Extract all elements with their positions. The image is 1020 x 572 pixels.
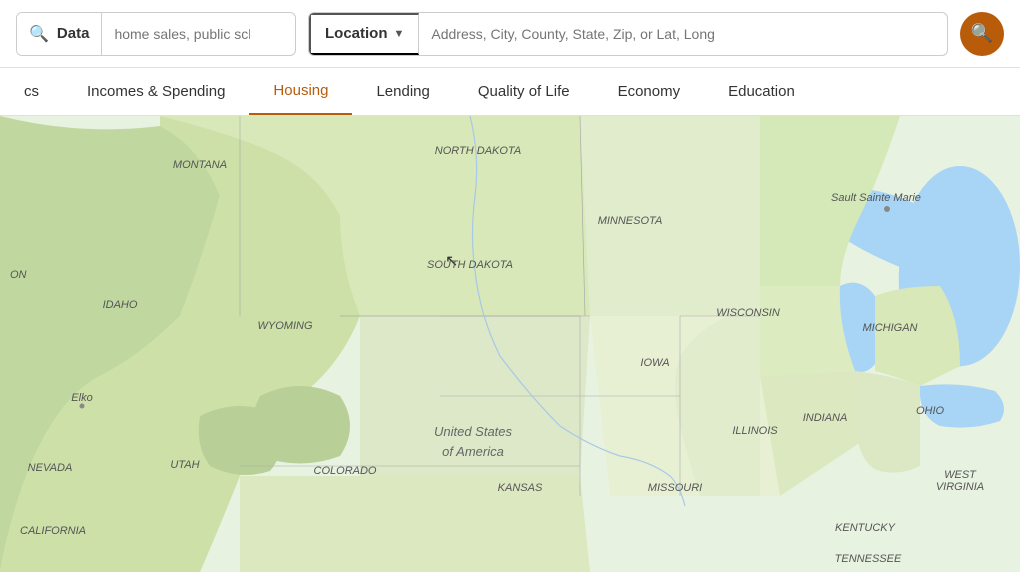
data-search-section: 🔍 Data: [16, 12, 296, 56]
svg-text:WEST: WEST: [944, 469, 977, 481]
nav-item-quality-of-life[interactable]: Quality of Life: [454, 68, 594, 115]
search-button[interactable]: 🔍: [960, 12, 1004, 56]
nav-bar: cs Incomes & Spending Housing Lending Qu…: [0, 68, 1020, 116]
search-data-label: 🔍 Data: [17, 13, 102, 55]
location-label: Location: [325, 25, 388, 42]
header: 🔍 Data Location ▼ 🔍: [0, 0, 1020, 68]
nav-item-housing[interactable]: Housing: [249, 68, 352, 115]
data-label: Data: [57, 25, 90, 42]
svg-text:Sault Sainte Marie: Sault Sainte Marie: [831, 192, 921, 204]
map-container[interactable]: ↖ MONTANA NORTH DAKOTA MINNESOTA SOUTH D…: [0, 116, 1020, 572]
svg-text:KENTUCKY: KENTUCKY: [835, 522, 896, 534]
svg-text:United States: United States: [434, 424, 513, 439]
svg-text:SOUTH DAKOTA: SOUTH DAKOTA: [427, 259, 513, 271]
svg-text:ILLINOIS: ILLINOIS: [732, 425, 778, 437]
svg-text:MISSOURI: MISSOURI: [648, 482, 702, 494]
svg-text:KANSAS: KANSAS: [498, 482, 543, 494]
nav-item-education[interactable]: Education: [704, 68, 819, 115]
svg-text:TENNESSEE: TENNESSEE: [835, 553, 902, 565]
nav-item-cs[interactable]: cs: [0, 68, 63, 115]
location-button[interactable]: Location ▼: [309, 13, 419, 55]
svg-text:MONTANA: MONTANA: [173, 159, 227, 171]
search-icon: 🔍: [29, 24, 49, 44]
svg-text:MINNESOTA: MINNESOTA: [598, 215, 663, 227]
svg-text:of America: of America: [442, 444, 504, 459]
svg-text:WISCONSIN: WISCONSIN: [716, 307, 780, 319]
map-svg: ↖ MONTANA NORTH DAKOTA MINNESOTA SOUTH D…: [0, 116, 1020, 572]
svg-text:Elko: Elko: [71, 392, 92, 404]
svg-text:MICHIGAN: MICHIGAN: [863, 322, 918, 334]
data-input[interactable]: [102, 26, 262, 42]
svg-text:IDAHO: IDAHO: [103, 299, 138, 311]
svg-text:NORTH DAKOTA: NORTH DAKOTA: [435, 145, 521, 157]
svg-text:UTAH: UTAH: [170, 459, 199, 471]
svg-text:WYOMING: WYOMING: [258, 320, 313, 332]
nav-item-lending[interactable]: Lending: [352, 68, 453, 115]
location-section: Location ▼: [308, 12, 948, 56]
search-icon: 🔍: [971, 23, 993, 44]
nav-item-incomes-spending[interactable]: Incomes & Spending: [63, 68, 249, 115]
svg-text:INDIANA: INDIANA: [803, 412, 848, 424]
svg-text:ON: ON: [10, 269, 27, 281]
svg-text:COLORADO: COLORADO: [314, 465, 377, 477]
chevron-down-icon: ▼: [394, 28, 405, 40]
svg-text:OHIO: OHIO: [916, 405, 945, 417]
svg-text:VIRGINIA: VIRGINIA: [936, 481, 984, 493]
svg-text:CALIFORNIA: CALIFORNIA: [20, 525, 86, 537]
nav-item-economy[interactable]: Economy: [594, 68, 705, 115]
svg-text:IOWA: IOWA: [640, 357, 669, 369]
svg-text:NEVADA: NEVADA: [28, 462, 73, 474]
location-input[interactable]: [419, 26, 947, 42]
